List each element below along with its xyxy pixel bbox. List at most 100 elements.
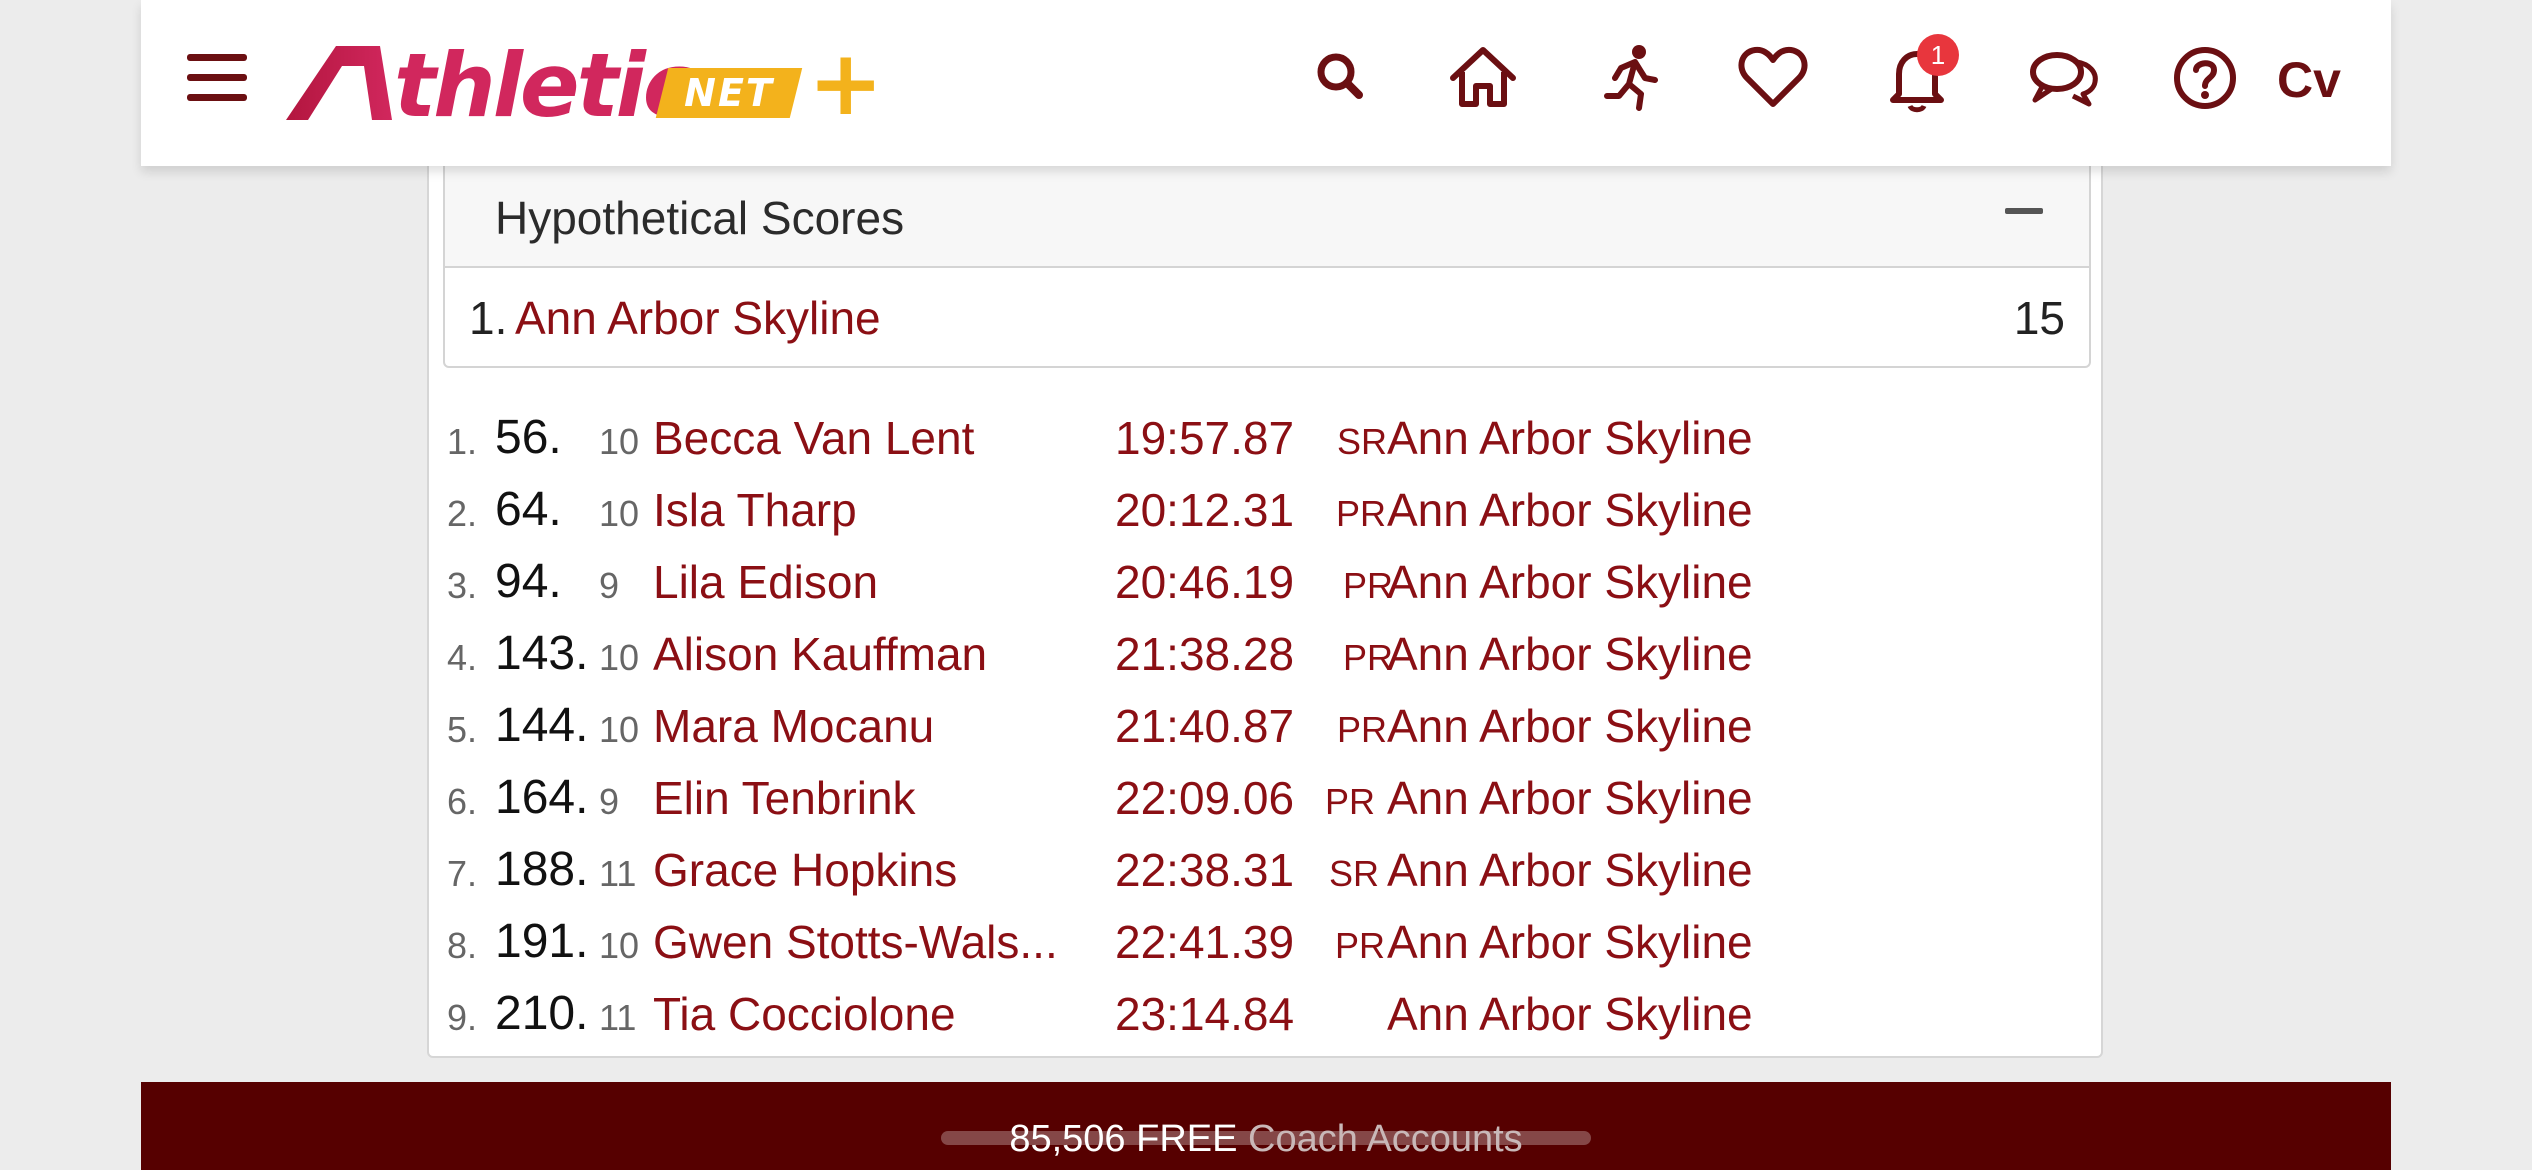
result-place: 164. [495,771,589,824]
hypothetical-scores-header[interactable]: Hypothetical Scores [445,150,2089,268]
results-card: Hypothetical Scores 1. Ann Arbor Skyline… [427,150,2103,1058]
record-tag: PR [1343,565,1394,606]
result-row: 9. 210. 11 Tia Cocciolone 23:14.84 Ann A… [429,978,2101,1050]
athlete-grade: 10 [599,637,640,678]
result-time-link[interactable]: 22:41.39 [1115,906,1294,978]
result-row: 8. 191. 10 Gwen Stotts-Wals... 22:41.39 … [429,906,2101,978]
team-score-row: 1. Ann Arbor Skyline 15 [445,268,2089,366]
team-link[interactable]: Ann Arbor Skyline [1387,546,1753,618]
result-time-link[interactable]: 20:12.31 [1115,474,1294,546]
logo-plus: + [808,31,884,136]
result-row: 1. 56. 10 Becca Van Lent 19:57.87 SR Ann… [429,402,2101,474]
result-time-link[interactable]: 22:38.31 [1115,834,1294,906]
athlete-name-link[interactable]: Alison Kauffman [653,618,987,690]
top-nav-bar: thletic NET + 1 Cv [141,0,2391,166]
result-row: 3. 94. 9 Lila Edison 20:46.19 PR Ann Arb… [429,546,2101,618]
search-icon[interactable] [1301,38,1381,118]
athlete-name-link[interactable]: Gwen Stotts-Wals... [653,906,1058,978]
athletic-net-logo[interactable]: thletic NET + [284,30,883,136]
team-rank: 1. [469,292,508,344]
athlete-grade: 11 [599,997,637,1038]
record-tag: PR [1343,637,1394,678]
result-index: 5. [447,709,478,750]
home-icon[interactable] [1443,38,1523,118]
team-link[interactable]: Ann Arbor Skyline [1387,978,1753,1050]
result-row: 7. 188. 11 Grace Hopkins 22:38.31 SR Ann… [429,834,2101,906]
result-index: 1. [447,421,478,462]
record-tag: PR [1335,925,1386,966]
logo-net-badge: NET [655,68,803,118]
help-icon[interactable] [2165,38,2245,118]
record-tag: PR [1325,781,1376,822]
athlete-grade: 10 [599,421,640,462]
result-index: 7. [447,853,478,894]
result-place: 56. [495,411,562,464]
athlete-name-link[interactable]: Becca Van Lent [653,402,974,474]
runner-icon[interactable] [1591,38,1671,118]
record-tag: PR [1336,493,1387,534]
team-link[interactable]: Ann Arbor Skyline [1387,618,1753,690]
team-link[interactable]: Ann Arbor Skyline [1387,762,1753,834]
panel-title: Hypothetical Scores [495,192,905,244]
notification-badge: 1 [1917,34,1959,76]
result-time-link[interactable]: 22:09.06 [1115,762,1294,834]
athlete-name-link[interactable]: Grace Hopkins [653,834,957,906]
athlete-name-link[interactable]: Mara Mocanu [653,690,934,762]
athlete-grade: 9 [599,781,620,822]
coach-accounts-label: Coach Accounts [1248,1118,1523,1160]
record-tag: SR [1329,853,1380,894]
notifications-bell-icon[interactable]: 1 [1877,34,1959,118]
coach-count: 85,506 [1009,1118,1126,1160]
team-points: 15 [2013,292,2065,344]
team-link[interactable]: Ann Arbor Skyline [1387,906,1753,978]
logo-a-mark [286,46,392,120]
result-row: 6. 164. 9 Elin Tenbrink 22:09.06 PR Ann … [429,762,2101,834]
coach-accounts-banner[interactable]: 85,506 FREE Coach Accounts [141,1082,2391,1170]
athlete-grade: 11 [599,853,637,894]
athlete-grade: 10 [599,925,640,966]
result-index: 6. [447,781,478,822]
team-link[interactable]: Ann Arbor Skyline [1387,834,1753,906]
result-row: 4. 143. 10 Alison Kauffman 21:38.28 PR A… [429,618,2101,690]
banner-text: 85,506 FREE Coach Accounts [141,1116,2391,1162]
athlete-name-link[interactable]: Elin Tenbrink [653,762,916,834]
team-link[interactable]: Ann Arbor Skyline [1387,402,1753,474]
result-index: 8. [447,925,478,966]
result-time-link[interactable]: 23:14.84 [1115,978,1294,1050]
result-place: 191. [495,915,589,968]
menu-icon[interactable] [187,50,247,106]
result-place: 210. [495,987,589,1040]
result-row: 5. 144. 10 Mara Mocanu 21:40.87 PR Ann A… [429,690,2101,762]
result-time-link[interactable]: 20:46.19 [1115,546,1294,618]
result-place: 94. [495,555,562,608]
result-row: 2. 64. 10 Isla Tharp 20:12.31 PR Ann Arb… [429,474,2101,546]
free-label: FREE [1136,1118,1238,1160]
result-time-link[interactable]: 21:40.87 [1115,690,1294,762]
athlete-grade: 9 [599,565,620,606]
athlete-name-link[interactable]: Lila Edison [653,546,878,618]
team-link[interactable]: Ann Arbor Skyline [1387,690,1753,762]
team-link[interactable]: Ann Arbor Skyline [1387,474,1753,546]
result-place: 144. [495,699,589,752]
user-avatar[interactable]: Cv [2277,48,2341,112]
result-index: 3. [447,565,478,606]
result-place: 64. [495,483,562,536]
athlete-grade: 10 [599,709,640,750]
result-place: 143. [495,627,589,680]
hypothetical-scores-panel: Hypothetical Scores 1. Ann Arbor Skyline… [443,150,2091,368]
logo-wordmark: thletic [394,34,695,137]
result-index: 4. [447,637,478,678]
athlete-name-link[interactable]: Isla Tharp [653,474,857,546]
team-link[interactable]: Ann Arbor Skyline [515,290,881,346]
record-tag: SR [1337,421,1388,462]
result-index: 9. [447,997,478,1038]
collapse-icon[interactable] [2005,208,2043,214]
chat-icon[interactable] [2023,38,2103,118]
result-time-link[interactable]: 19:57.87 [1115,402,1294,474]
heart-icon[interactable] [1733,38,1813,118]
athlete-name-link[interactable]: Tia Cocciolone [653,978,956,1050]
results-list: 1. 56. 10 Becca Van Lent 19:57.87 SR Ann… [429,402,2101,1050]
athlete-grade: 10 [599,493,640,534]
result-time-link[interactable]: 21:38.28 [1115,618,1294,690]
result-place: 188. [495,843,589,896]
